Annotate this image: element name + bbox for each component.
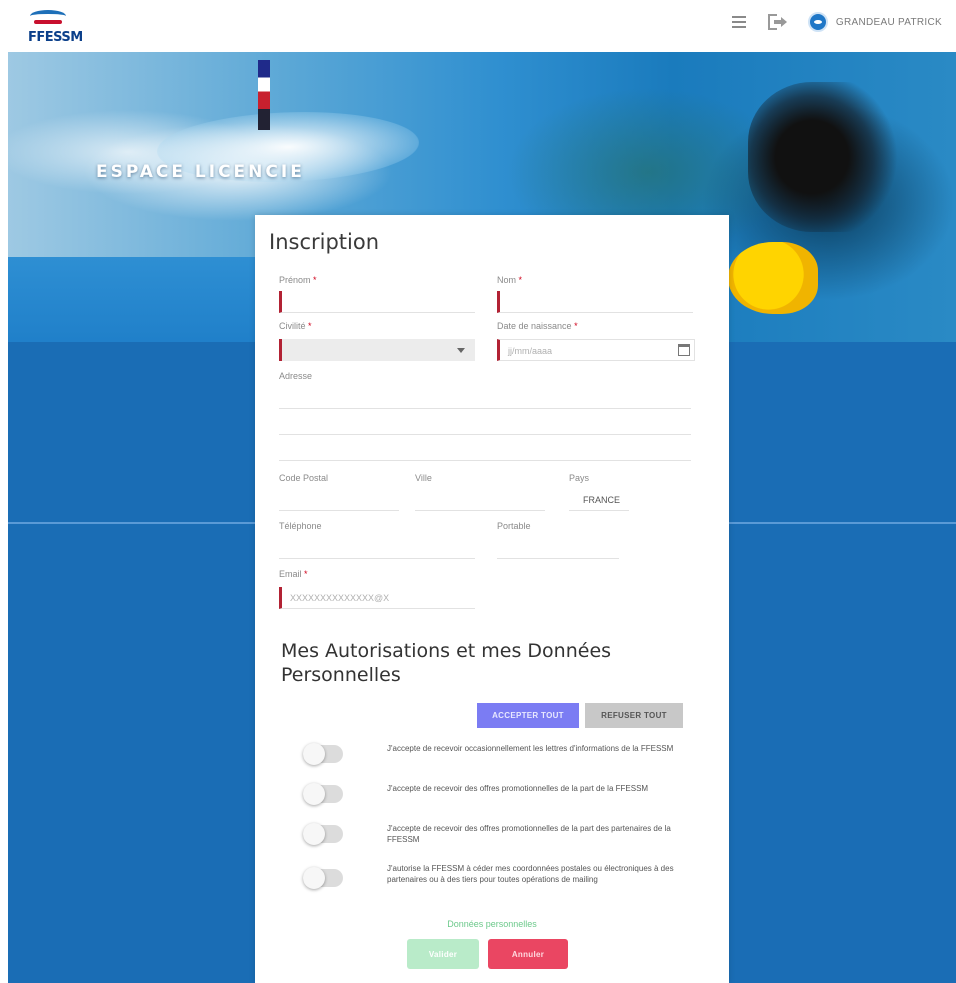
refuse-all-button[interactable]: REFUSER TOUT [585,703,683,728]
accept-all-button[interactable]: ACCEPTER TOUT [477,703,579,728]
adresse-label: Adresse [279,371,313,381]
calendar-icon[interactable] [678,344,690,356]
ville-label: Ville [415,473,432,483]
code-postal-label: Code Postal [279,473,329,483]
email-field[interactable]: XXXXXXXXXXXXXX@X [279,587,475,609]
nom-input[interactable] [497,291,693,313]
portable-label: Portable [497,521,531,531]
adresse-line-2[interactable] [279,413,691,435]
email-label: Email * [279,569,308,579]
user-name: GRANDEAU PATRICK [835,16,942,28]
portable-input[interactable] [497,537,619,559]
consent-toggle-ffessm-offers[interactable] [303,783,343,805]
nom-label: Nom * [497,275,523,285]
birthdate-input[interactable]: jj/mm/aaaa [497,339,695,361]
user-menu[interactable]: GRANDEAU PATRICK [807,12,942,32]
hero-title: ESPACE LICENCIE [96,162,305,182]
ffessm-logo[interactable]: FFESSM [24,4,83,48]
hero-diver [748,82,908,232]
registration-card: Inscription Prénom * Nom * Civilité * Da… [255,215,729,983]
logo-text: FFESSM [28,30,83,45]
ville-input[interactable] [415,489,545,511]
logout-icon[interactable] [767,14,787,30]
consent-text-data-sharing: J'autorise la FFESSM à céder mes coordon… [387,864,674,884]
cancel-button[interactable]: Annuler [488,939,568,969]
pays-select[interactable]: FRANCE [569,489,629,511]
authorizations-title: Mes Autorisations et mes Données Personn… [281,640,612,686]
naissance-label: Date de naissance * [497,321,578,331]
telephone-label: Téléphone [279,521,322,531]
code-postal-input[interactable] [279,489,399,511]
chevron-down-icon [457,348,465,353]
telephone-input[interactable] [279,537,475,559]
civilite-label: Civilité * [279,321,312,331]
page-title: Inscription [269,230,380,254]
submit-button[interactable]: Valider [407,939,479,969]
logo-stripe [34,20,62,24]
consent-text-newsletter: J'accepte de recevoir occasionnellement … [387,744,674,753]
consent-toggle-data-sharing[interactable] [303,867,343,889]
avatar [807,12,828,32]
hero-buoy [258,60,270,130]
adresse-line-1[interactable] [279,387,691,409]
prenom-input[interactable] [279,291,475,313]
adresse-line-3[interactable] [279,439,691,461]
hero-fish [728,242,818,314]
pays-label: Pays [569,473,590,483]
civilite-select[interactable] [279,339,475,361]
consent-toggle-partner-offers[interactable] [303,823,343,845]
top-bar: FFESSM GRANDEAU PATRICK [0,0,956,52]
consent-text-partner-offers: J'accepte de recevoir des offres promoti… [387,824,671,844]
personal-data-link[interactable]: Données personnelles [255,919,729,929]
consent-text-ffessm-offers: J'accepte de recevoir des offres promoti… [387,784,649,793]
consent-toggle-newsletter[interactable] [303,743,343,765]
menu-icon[interactable] [731,16,746,28]
prenom-label: Prénom * [279,275,317,285]
top-actions: GRANDEAU PATRICK [731,12,942,32]
